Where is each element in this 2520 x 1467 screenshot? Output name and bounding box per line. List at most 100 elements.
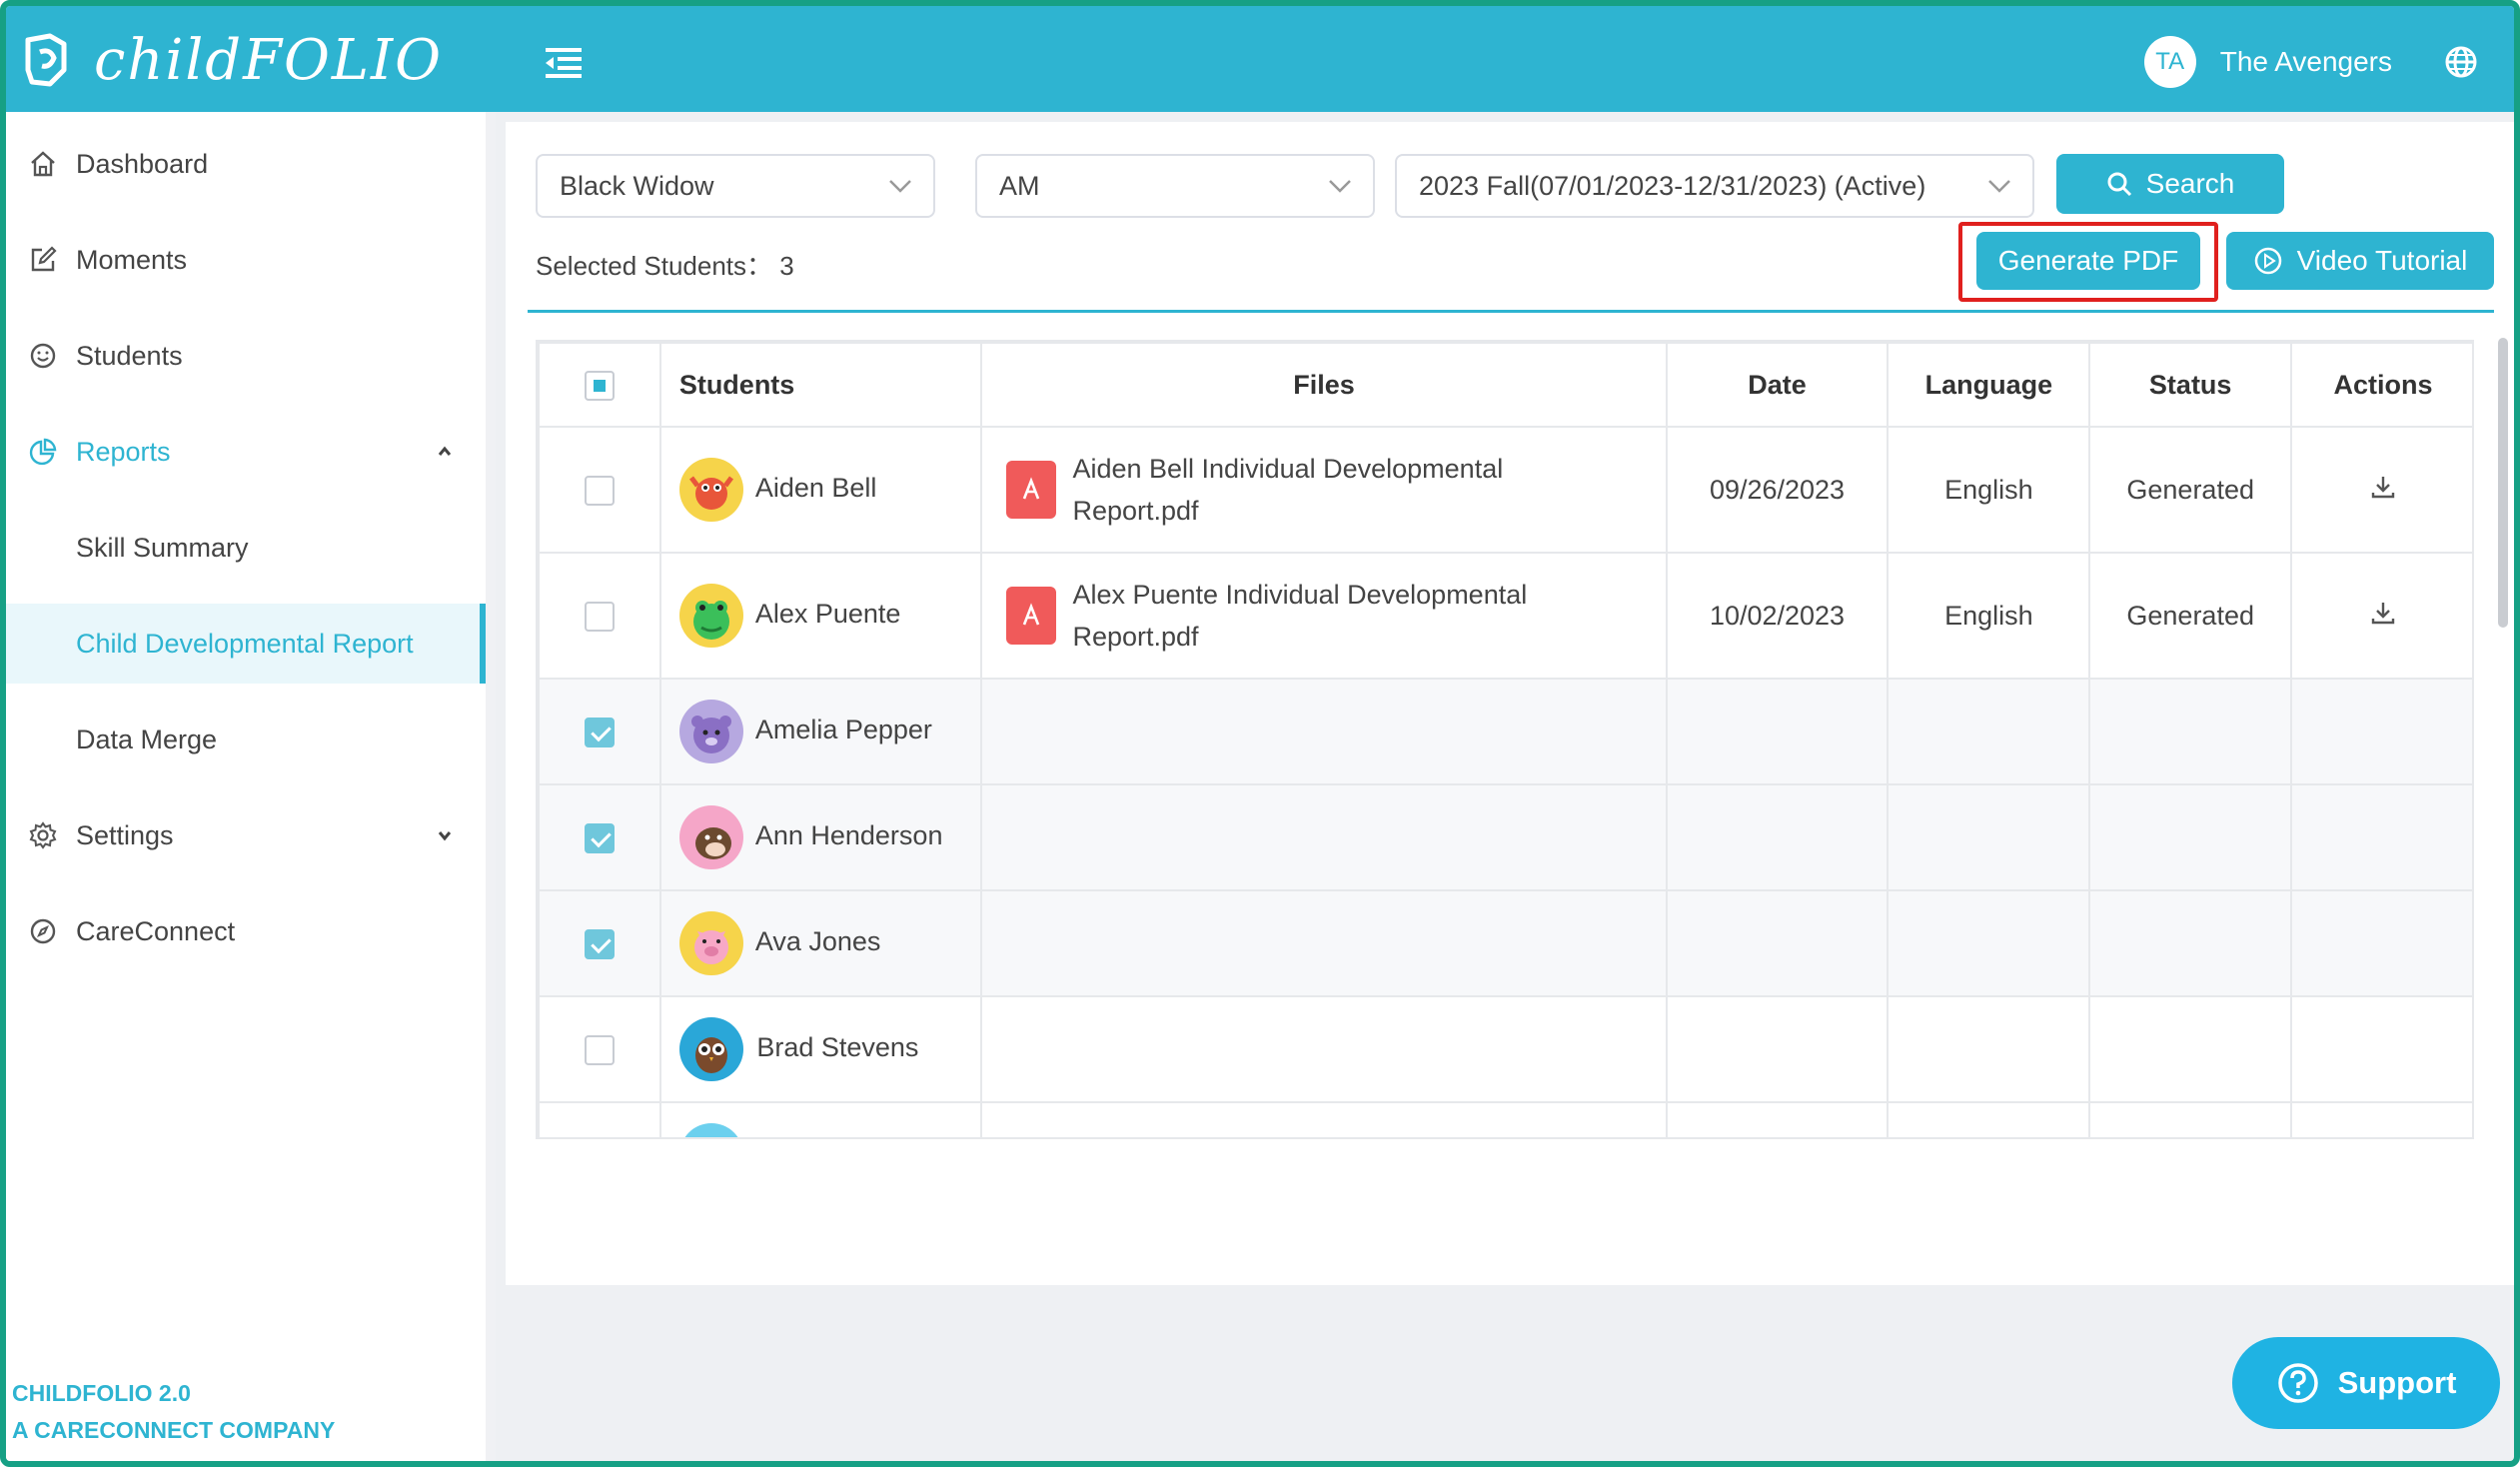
language-cell: English [1887, 552, 2091, 680]
column-header-students[interactable]: Students [658, 342, 983, 428]
table-row[interactable]: Brad Stevens [538, 995, 2472, 1103]
table-row[interactable]: Alex Puente Alex Puente Individual Devel… [538, 552, 2472, 680]
pdf-file-icon [1006, 461, 1057, 519]
row-checkbox[interactable] [584, 717, 615, 747]
toolbar-divider [528, 310, 2494, 313]
globe-icon[interactable] [2444, 45, 2478, 79]
sidebar: Dashboard Moments Students Reports Skill… [6, 112, 496, 1461]
table-header-row: Students Files Date Language Status Acti… [538, 342, 2472, 428]
session-select[interactable]: AM [975, 154, 1375, 218]
search-icon [2107, 172, 2131, 197]
menu-collapse-icon[interactable] [544, 46, 584, 80]
student-cell [658, 1101, 983, 1137]
row-checkbox[interactable] [584, 822, 615, 853]
download-icon[interactable] [2369, 473, 2397, 501]
childfolio-logo[interactable]: childFOLIO [20, 28, 443, 93]
sidebar-item-careconnect[interactable]: CareConnect [6, 889, 486, 973]
sidebar-subitem-skill-summary[interactable]: Skill Summary [6, 508, 486, 588]
crab-avatar [678, 458, 743, 522]
column-header-language[interactable]: Language [1887, 342, 2091, 428]
file-name-line: Report.pdf [1072, 496, 1199, 526]
file-name-line: Report.pdf [1072, 622, 1199, 652]
student-cell: Ava Jones [658, 889, 983, 997]
actions-cell [2290, 552, 2472, 680]
actions-cell [2290, 426, 2472, 554]
sidebar-item-label: Child Developmental Report [76, 628, 414, 659]
sidebar-item-label: Settings [76, 819, 174, 850]
student-name: Ann Henderson [754, 820, 943, 851]
student-cell: Brad Stevens [658, 995, 983, 1103]
search-button[interactable]: Search [2056, 154, 2284, 214]
session-select-value: AM [999, 170, 1040, 201]
file-cell: Aiden Bell Individual Developmental Repo… [980, 426, 1668, 554]
sidebar-item-label: Students [76, 340, 183, 371]
table-row[interactable]: Aiden Bell Aiden Bell Individual Develop… [538, 426, 2472, 554]
teacher-select-value: Black Widow [560, 170, 714, 201]
sidebar-item-students[interactable]: Students [6, 314, 486, 398]
date-cell: 09/26/2023 [1665, 426, 1890, 554]
column-header-status[interactable]: Status [2088, 342, 2293, 428]
table-row[interactable]: Ann Henderson [538, 783, 2472, 891]
table-row[interactable] [538, 1101, 2472, 1137]
row-checkbox[interactable] [584, 601, 615, 632]
file-link[interactable]: Alex Puente Individual Developmental Rep… [1072, 574, 1527, 658]
user-name[interactable]: The Avengers [2220, 46, 2392, 78]
highlight-box [1958, 222, 2218, 302]
table-scrollbar[interactable] [2498, 338, 2508, 628]
date-cell: 10/02/2023 [1665, 552, 1890, 680]
download-icon[interactable] [2369, 599, 2397, 627]
sidebar-subitem-data-merge[interactable]: Data Merge [6, 700, 486, 779]
file-link[interactable]: Aiden Bell Individual Developmental Repo… [1072, 448, 1503, 532]
column-header-actions[interactable]: Actions [2290, 342, 2472, 428]
cow-avatar [678, 805, 743, 869]
sidebar-subitem-child-developmental-report[interactable]: Child Developmental Report [6, 604, 486, 684]
column-header-files[interactable]: Files [980, 342, 1668, 428]
sidebar-item-label: Skill Summary [76, 532, 249, 563]
file-name-line: Aiden Bell Individual Developmental [1072, 454, 1504, 484]
sidebar-item-settings[interactable]: Settings [6, 793, 486, 877]
sidebar-item-label: Data Merge [76, 724, 218, 754]
student-name: Alex Puente [754, 599, 901, 630]
sidebar-item-dashboard[interactable]: Dashboard [6, 122, 486, 206]
video-tutorial-label: Video Tutorial [2296, 245, 2468, 276]
student-cell: Ann Henderson [658, 783, 983, 891]
compass-icon [30, 918, 56, 944]
teacher-select[interactable]: Black Widow [536, 154, 935, 218]
pig-avatar [678, 911, 743, 975]
help-circle-icon [2277, 1363, 2318, 1403]
row-checkbox[interactable] [584, 928, 615, 959]
sidebar-item-reports[interactable]: Reports [6, 410, 486, 494]
term-select[interactable]: 2023 Fall(07/01/2023-12/31/2023) (Active… [1395, 154, 2034, 218]
student-cell: Alex Puente [658, 552, 983, 680]
student-name: Brad Stevens [756, 1032, 919, 1063]
sidebar-item-moments[interactable]: Moments [6, 218, 486, 302]
sidebar-item-label: Dashboard [76, 148, 209, 179]
support-button[interactable]: Support [2232, 1337, 2500, 1429]
main-panel: Black Widow AM 2023 Fall(07/01/2023-12/3… [506, 122, 2514, 1285]
pie-chart-icon [29, 438, 57, 466]
brand-footer: CHILDFOLIO 2.0 A CARECONNECT COMPANY [12, 1375, 335, 1449]
column-header-date[interactable]: Date [1665, 342, 1890, 428]
term-select-value: 2023 Fall(07/01/2023-12/31/2023) (Active… [1419, 170, 1926, 201]
table-row[interactable]: Amelia Pepper [538, 678, 2472, 785]
search-button-label: Search [2145, 168, 2235, 199]
bear-avatar [678, 700, 743, 763]
smile-icon [30, 343, 56, 369]
student-avatar [678, 1123, 743, 1137]
app-frame: childFOLIO TA The Avengers Dashboard Mom… [0, 0, 2520, 1467]
reports-table: Students Files Date Language Status Acti… [536, 340, 2474, 1139]
row-checkbox[interactable] [584, 1034, 615, 1065]
select-all-checkbox[interactable] [584, 370, 615, 401]
sidebar-item-label: CareConnect [76, 915, 236, 946]
footer-version: CHILDFOLIO 2.0 [12, 1380, 191, 1406]
file-name-line: Alex Puente Individual Developmental [1072, 580, 1528, 610]
play-circle-icon [2254, 247, 2281, 275]
user-avatar[interactable]: TA [2143, 36, 2196, 88]
table-row[interactable]: Ava Jones [538, 889, 2472, 997]
owl-avatar [678, 1017, 743, 1081]
row-checkbox[interactable] [584, 475, 615, 506]
student-name: Aiden Bell [754, 473, 877, 504]
sidebar-item-label: Moments [76, 244, 188, 275]
video-tutorial-button[interactable]: Video Tutorial [2226, 232, 2494, 290]
edit-icon [31, 246, 57, 272]
